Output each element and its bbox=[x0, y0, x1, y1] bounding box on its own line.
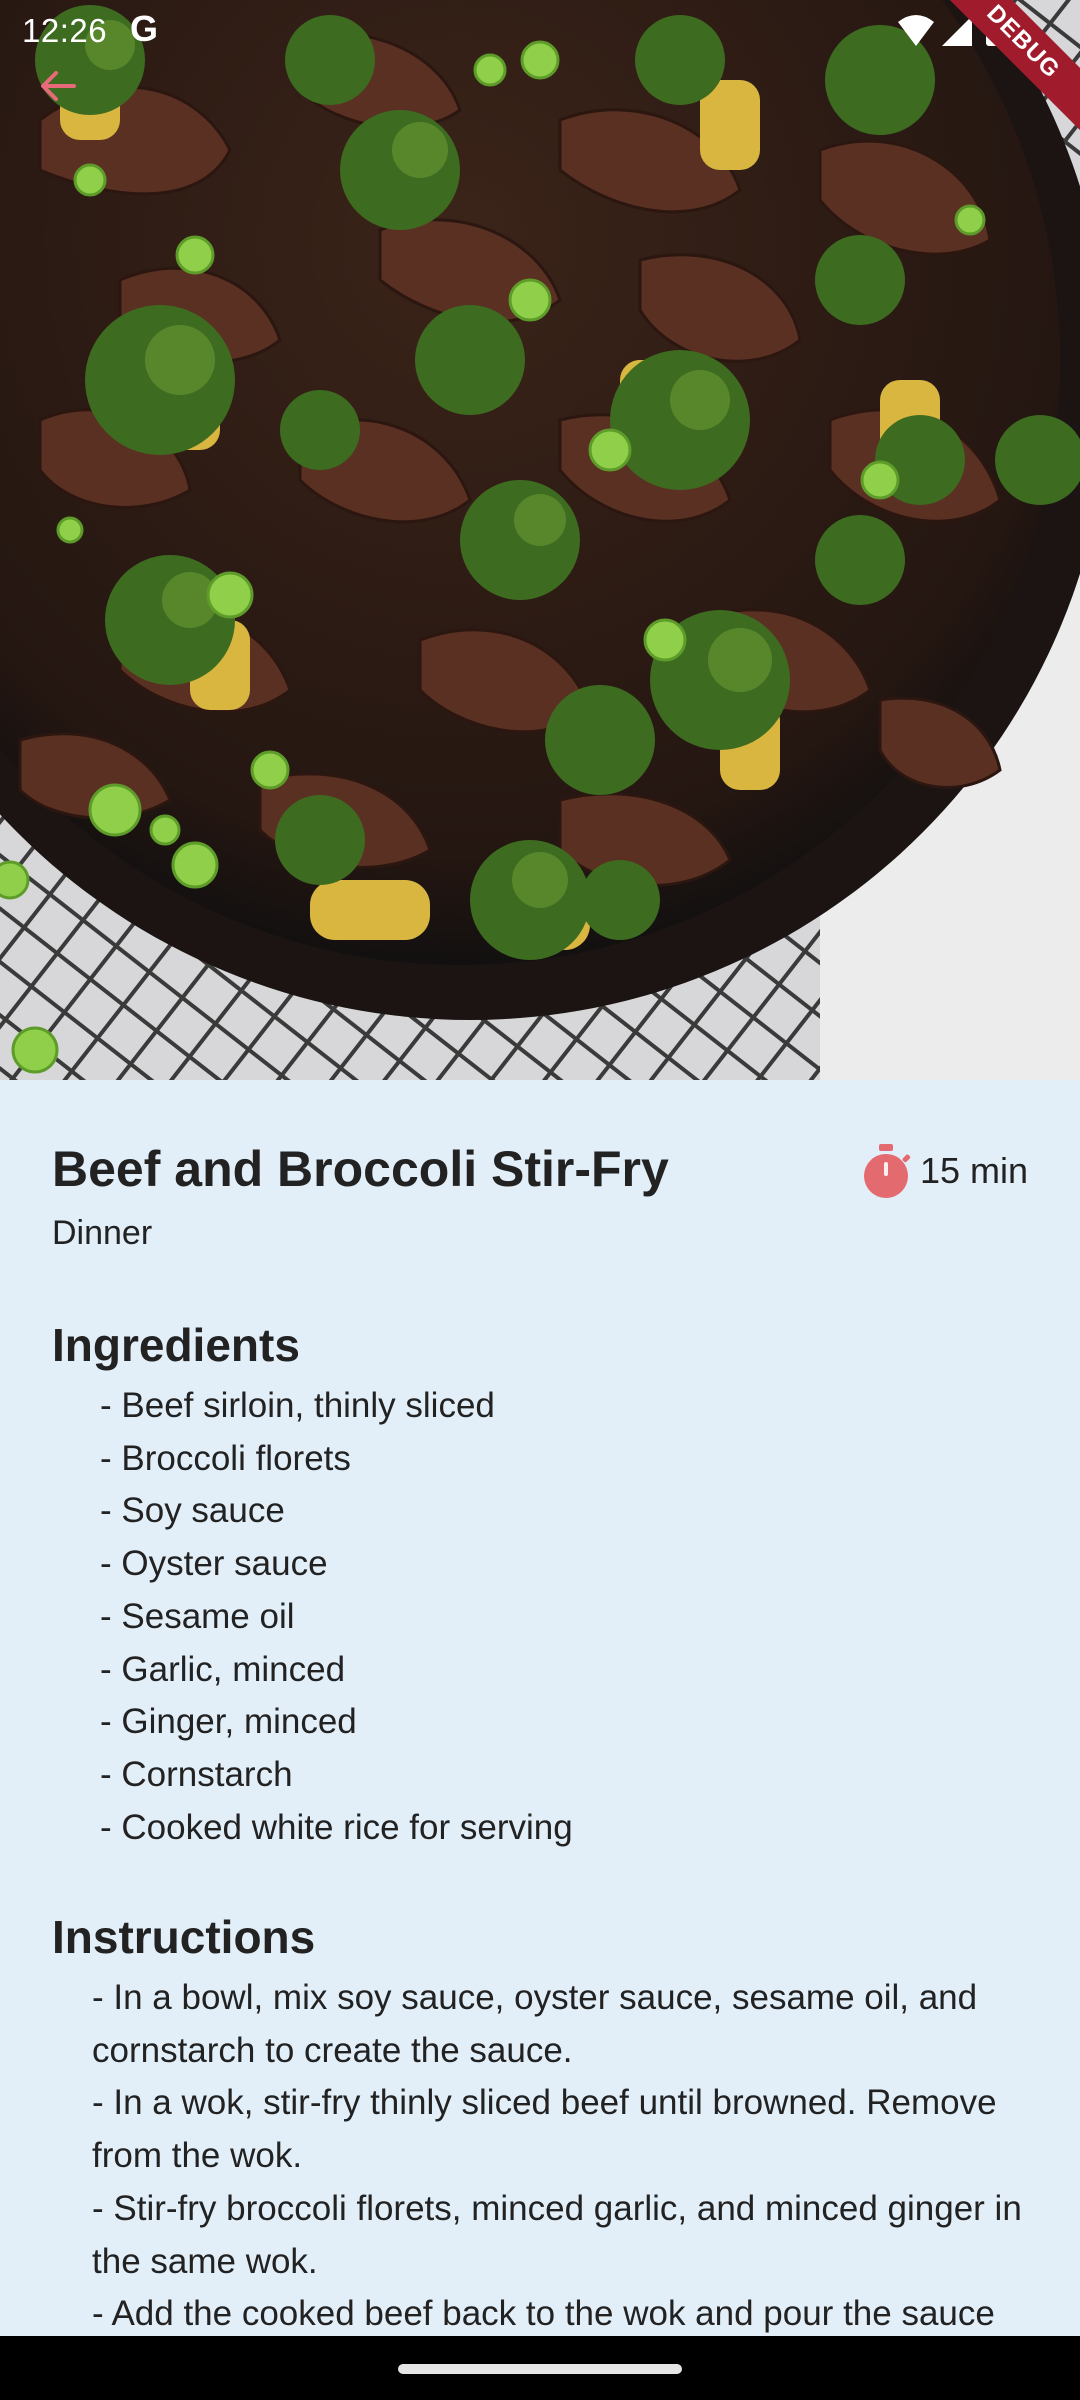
system-navigation-bar bbox=[0, 2336, 1080, 2400]
instruction-step: - In a bowl, mix soy sauce, oyster sauce… bbox=[92, 1978, 978, 2070]
status-bar: 12:26 G bbox=[0, 0, 1080, 62]
instruction-step: - In a wok, stir-fry thinly sliced beef … bbox=[92, 2083, 997, 2176]
wifi-icon bbox=[898, 15, 934, 46]
ingredient-item: - Soy sauce bbox=[100, 1491, 285, 1531]
instruction-step: - Add the cooked beef back to the wok an… bbox=[92, 2294, 995, 2334]
home-gesture-handle[interactable] bbox=[398, 2364, 682, 2374]
google-g-icon: G bbox=[130, 8, 159, 49]
recipe-details[interactable]: Beef and Broccoli Stir-Fry 15 min Dinner… bbox=[0, 1080, 1080, 2336]
back-button[interactable] bbox=[30, 58, 86, 114]
cook-time-label: 15 min bbox=[919, 1150, 1028, 1191]
ingredients-heading: Ingredients bbox=[52, 1319, 300, 1371]
recipe-title: Beef and Broccoli Stir-Fry bbox=[52, 1141, 669, 1197]
ingredients-list: - Beef sirloin, thinly sliced - Broccoli… bbox=[100, 1380, 573, 1854]
signal-icon bbox=[942, 16, 972, 46]
instructions-list: - In a bowl, mix soy sauce, oyster sauce… bbox=[92, 1972, 1032, 2336]
instruction-step: - Stir-fry broccoli florets, minced garl… bbox=[92, 2188, 1022, 2281]
ingredient-item: - Garlic, minced bbox=[100, 1649, 346, 1689]
status-time: 12:26 bbox=[22, 12, 108, 49]
arrow-back-icon bbox=[41, 71, 76, 101]
ingredient-item: - Broccoli florets bbox=[100, 1438, 351, 1478]
recipe-category: Dinner bbox=[52, 1214, 153, 1252]
ingredient-item: - Sesame oil bbox=[100, 1596, 295, 1636]
food-photo bbox=[0, 0, 1080, 1080]
ingredient-item: - Oyster sauce bbox=[100, 1544, 328, 1584]
ingredient-item: - Ginger, minced bbox=[100, 1702, 357, 1742]
ingredient-item: - Cooked white rice for serving bbox=[100, 1807, 573, 1847]
cook-time: 15 min bbox=[858, 1142, 1028, 1200]
instructions-heading: Instructions bbox=[52, 1911, 316, 1963]
ingredient-item: - Cornstarch bbox=[100, 1754, 293, 1794]
ingredient-item: - Beef sirloin, thinly sliced bbox=[100, 1386, 495, 1425]
timer-icon bbox=[863, 1144, 911, 1198]
recipe-hero-image bbox=[0, 0, 1080, 1080]
